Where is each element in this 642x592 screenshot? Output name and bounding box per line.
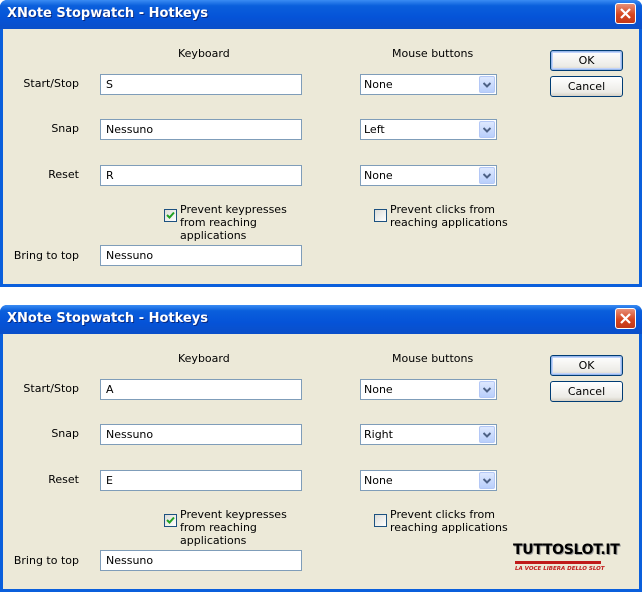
mouse-button-value: None: [364, 383, 393, 396]
mouse-button-select[interactable]: None: [360, 165, 497, 186]
dropdown-arrow-icon[interactable]: [479, 76, 495, 93]
keyboard-header: Keyboard: [178, 47, 230, 60]
prevent-keypresses-label[interactable]: Prevent keypresses from reaching applica…: [180, 508, 310, 547]
row-label: Reset: [48, 168, 79, 181]
mouse-button-value: None: [364, 78, 393, 91]
row-label: Start/Stop: [23, 382, 79, 395]
dropdown-arrow-icon[interactable]: [479, 426, 495, 443]
prevent-clicks-label[interactable]: Prevent clicks from reaching application…: [390, 508, 520, 534]
dropdown-arrow-icon[interactable]: [479, 167, 495, 184]
prevent-clicks-label[interactable]: Prevent clicks from reaching application…: [390, 203, 520, 229]
prevent-keypresses-checkbox[interactable]: [164, 514, 177, 527]
cancel-button[interactable]: Cancel: [550, 76, 623, 97]
mouse-button-value: Left: [364, 123, 385, 136]
logo-tagline: LA VOCE LIBERA DELLO SLOT: [515, 566, 605, 572]
mouse-button-select[interactable]: None: [360, 470, 497, 491]
keyboard-hotkey-field[interactable]: A: [100, 379, 302, 400]
tuttoslot-logo: TUTTOSLOT.IT LA VOCE LIBERA DELLO SLOT: [513, 542, 620, 578]
title-bar[interactable]: XNote Stopwatch - Hotkeys: [0, 305, 642, 334]
keyboard-hotkey-field[interactable]: Nessuno: [100, 424, 302, 445]
keyboard-hotkey-field[interactable]: E: [100, 470, 302, 491]
mouse-button-select[interactable]: None: [360, 379, 497, 400]
hotkeys-dialog: XNote Stopwatch - Hotkeys Keyboard Mouse…: [0, 0, 642, 287]
dialog-body: Keyboard Mouse buttons Start/Stop S None…: [3, 29, 639, 284]
logo-underline: [515, 561, 601, 564]
prevent-clicks-checkbox[interactable]: [374, 209, 387, 222]
mouse-button-value: None: [364, 169, 393, 182]
row-label: Snap: [51, 427, 79, 440]
dropdown-arrow-icon[interactable]: [479, 381, 495, 398]
keyboard-hotkey-field[interactable]: R: [100, 165, 302, 186]
keyboard-header: Keyboard: [178, 352, 230, 365]
window-title: XNote Stopwatch - Hotkeys: [7, 6, 208, 21]
ok-button[interactable]: OK: [550, 355, 623, 376]
ok-button[interactable]: OK: [550, 50, 623, 71]
dropdown-arrow-icon[interactable]: [479, 121, 495, 138]
bring-to-top-label: Bring to top: [13, 554, 79, 567]
close-button[interactable]: [615, 3, 636, 24]
prevent-keypresses-checkbox[interactable]: [164, 209, 177, 222]
mouse-button-select[interactable]: None: [360, 74, 497, 95]
bring-to-top-label: Bring to top: [13, 249, 79, 262]
logo-brand: TUTTOSLOT.IT: [513, 542, 620, 558]
mouse-buttons-header: Mouse buttons: [392, 352, 474, 365]
keyboard-hotkey-field[interactable]: Nessuno: [100, 119, 302, 140]
bring-to-top-field[interactable]: Nessuno: [100, 550, 302, 571]
window-title: XNote Stopwatch - Hotkeys: [7, 311, 208, 326]
dropdown-arrow-icon[interactable]: [479, 472, 495, 489]
row-label: Start/Stop: [23, 77, 79, 90]
title-bar[interactable]: XNote Stopwatch - Hotkeys: [0, 0, 642, 29]
row-label: Reset: [48, 473, 79, 486]
mouse-button-select[interactable]: Left: [360, 119, 497, 140]
mouse-buttons-header: Mouse buttons: [392, 47, 474, 60]
row-label: Snap: [51, 122, 79, 135]
bring-to-top-field[interactable]: Nessuno: [100, 245, 302, 266]
mouse-button-select[interactable]: Right: [360, 424, 497, 445]
mouse-button-value: Right: [364, 428, 393, 441]
cancel-button[interactable]: Cancel: [550, 381, 623, 402]
close-button[interactable]: [615, 308, 636, 329]
prevent-keypresses-label[interactable]: Prevent keypresses from reaching applica…: [180, 203, 310, 242]
prevent-clicks-checkbox[interactable]: [374, 514, 387, 527]
keyboard-hotkey-field[interactable]: S: [100, 74, 302, 95]
mouse-button-value: None: [364, 474, 393, 487]
